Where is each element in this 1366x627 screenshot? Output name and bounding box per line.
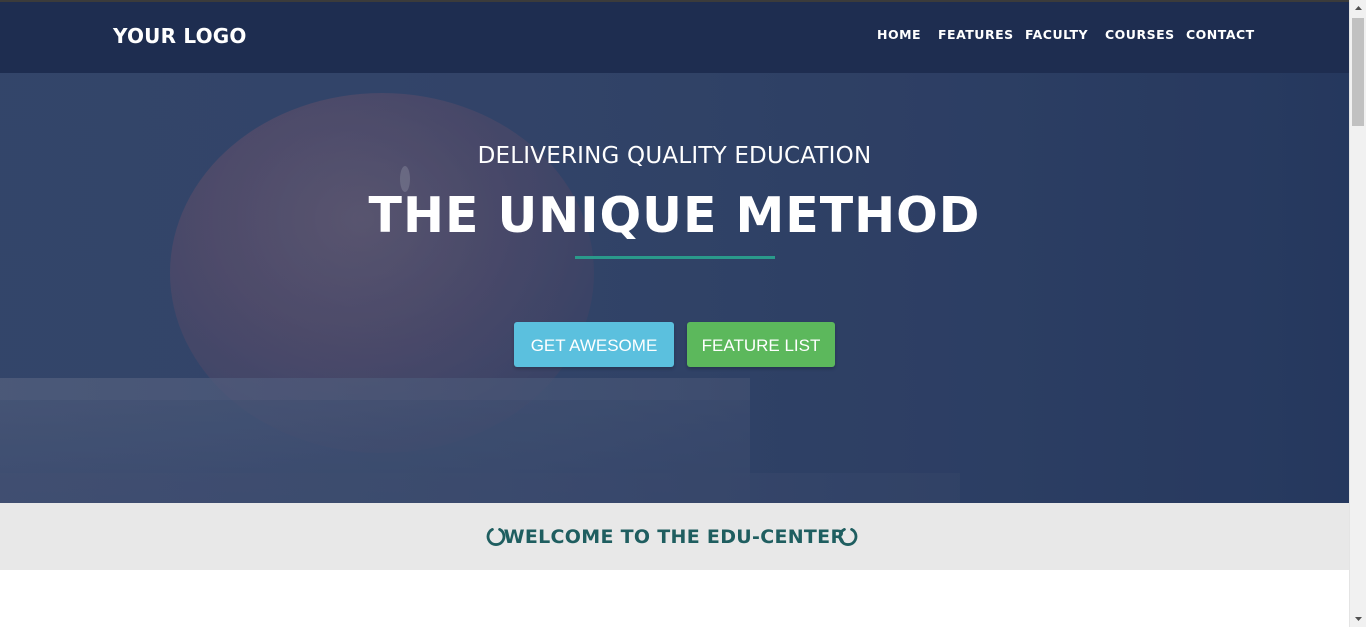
vertical-scrollbar[interactable] (1349, 0, 1366, 627)
nav-link-courses[interactable]: COURSES (1105, 27, 1175, 42)
circle-notch-icon (838, 528, 858, 546)
nav-link-features[interactable]: FEATURES (938, 27, 1014, 42)
welcome-section: WELCOME TO THE EDU-CENTER (0, 503, 1349, 570)
nav-link-home[interactable]: HOME (877, 27, 921, 42)
scroll-up-arrow-icon[interactable] (1350, 0, 1366, 17)
nav-link-contact[interactable]: CONTACT (1186, 27, 1255, 42)
hero-subtitle: DELIVERING QUALITY EDUCATION (477, 143, 872, 169)
scroll-down-arrow-icon[interactable] (1350, 610, 1366, 627)
hero-title-divider (575, 256, 775, 259)
site-logo[interactable]: YOUR LOGO (113, 24, 247, 48)
nav-link-faculty[interactable]: FACULTY (1025, 27, 1088, 42)
feature-list-button[interactable]: FEATURE LIST (687, 322, 835, 367)
hero-section: DELIVERING QUALITY EDUCATION THE UNIQUE … (0, 73, 1349, 503)
get-awesome-button[interactable]: GET AWESOME (514, 322, 674, 367)
scrollbar-thumb[interactable] (1352, 18, 1364, 126)
welcome-title: WELCOME TO THE EDU-CENTER (503, 526, 846, 548)
navbar: YOUR LOGO HOME FEATURES FACULTY COURSES … (0, 2, 1349, 73)
page: YOUR LOGO HOME FEATURES FACULTY COURSES … (0, 0, 1366, 627)
main-content-area (0, 570, 1349, 627)
hero-overlay (0, 73, 1349, 503)
hero-title: THE UNIQUE METHOD (368, 187, 981, 244)
